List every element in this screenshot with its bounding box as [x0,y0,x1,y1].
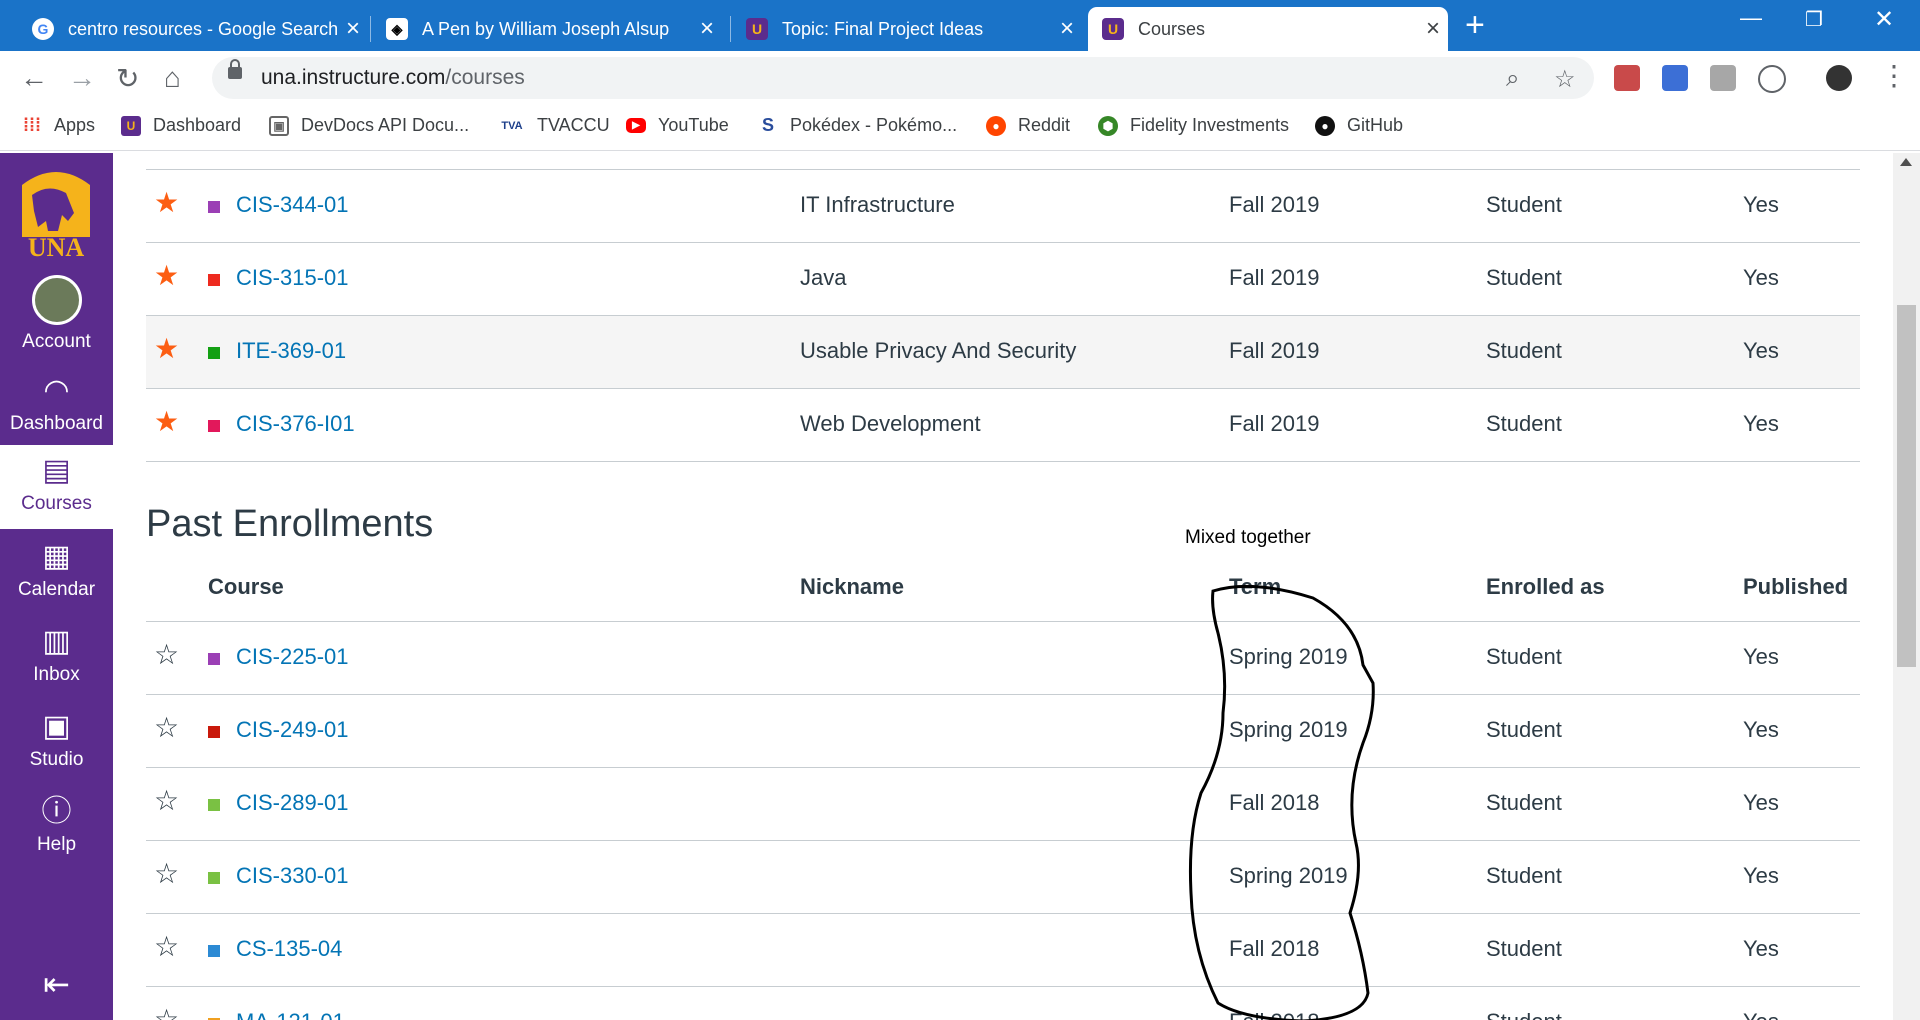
reload-icon[interactable]: ↻ [116,62,139,95]
collapse-nav-icon[interactable]: ⇤ [0,965,113,1003]
extension-icon[interactable] [1662,65,1688,91]
bookmarks-bar: ⁞⁞⁞ Apps U Dashboard ▣ DevDocs API Docu.… [0,105,1920,151]
nav-inbox[interactable]: ▥ Inbox [0,624,113,686]
bookmark-devdocs[interactable]: ▣ DevDocs API Docu... [269,115,469,136]
nav-label: Inbox [33,664,80,685]
browser-tab[interactable]: U Topic: Final Project Ideas × [732,7,1082,51]
courses-content: ★ CIS-344-01 IT Infrastructure Fall 2019… [113,153,1893,1020]
courses-icon: ▤ [42,454,71,487]
codepen-icon: ◈ [386,18,408,40]
bookmark-dashboard[interactable]: U Dashboard [121,115,241,136]
home-icon[interactable]: ⌂ [164,62,181,94]
tva-icon: TVA [501,119,523,132]
minimize-icon[interactable]: — [1740,5,1762,31]
studio-icon: ▣ [42,710,71,743]
restore-icon[interactable]: ❐ [1805,7,1823,32]
url-host: una.instructure.com [261,66,446,89]
canvas-una-icon: U [1102,18,1124,40]
bookmark-tvaccu[interactable]: TVA TVACCU [499,115,610,136]
github-icon: ● [1315,115,1335,136]
close-window-icon[interactable]: ✕ [1874,5,1894,34]
bookmark-label: YouTube [658,115,729,135]
address-bar[interactable]: una.instructure.com/courses ⌕ ☆ [212,57,1594,99]
nav-label: Account [22,331,91,352]
global-navigation: UNA Account ◠ Dashboard ▤ Courses ▦ Cale… [0,153,113,1020]
inbox-icon: ▥ [42,625,71,658]
page-scrollbar[interactable] [1893,153,1920,1020]
bookmark-star-icon[interactable]: ☆ [1554,65,1576,94]
bookmark-label: TVACCU [537,115,610,135]
forward-icon[interactable]: → [68,62,96,94]
browser-tab[interactable]: G centro resources - Google Search × [18,7,368,51]
address-url: una.instructure.com/courses [261,66,525,90]
back-icon[interactable]: ← [20,62,48,94]
new-tab-icon[interactable]: + [1465,6,1485,45]
bookmark-label: DevDocs API Docu... [301,115,470,135]
apps-grid-icon: ⁞⁞⁞ [23,115,41,135]
bookmark-label: GitHub [1347,115,1404,135]
browser-tab-strip: G centro resources - Google Search × ◈ A… [0,0,1920,51]
nav-help[interactable]: ⓘ Help [0,794,113,856]
tab-title: A Pen by William Joseph Alsup [422,18,670,39]
browser-tab-active[interactable]: U Courses × [1088,7,1448,51]
browser-tab[interactable]: ◈ A Pen by William Joseph Alsup × [372,7,722,51]
nav-label: Calendar [17,579,96,600]
fidelity-icon: ⬢ [1098,115,1118,136]
bookmark-youtube[interactable]: ▶ YouTube [626,115,729,136]
nav-label: Help [36,834,77,855]
scroll-up-arrow-icon[interactable] [1900,158,1912,166]
profile-avatar[interactable] [1826,65,1852,91]
close-tab-icon[interactable]: × [338,15,368,43]
bookmark-pokedex[interactable]: S Pokédex - Pokémo... [758,115,957,136]
pokemon-icon: S [761,115,774,135]
bookmark-github[interactable]: ● GitHub [1315,115,1403,136]
close-tab-icon[interactable]: × [1052,15,1082,43]
handwritten-circle-annotation [1188,584,1375,1020]
lock-icon [228,59,242,79]
bookmark-fidelity[interactable]: ⬢ Fidelity Investments [1098,115,1289,136]
bookmark-label: Pokédex - Pokémo... [790,115,958,135]
browser-toolbar: ← → ↻ ⌂ una.instructure.com/courses ⌕ ☆ … [0,51,1920,105]
calendar-icon: ▦ [42,540,71,573]
nav-dashboard[interactable]: ◠ Dashboard [0,373,113,435]
account-avatar [31,275,82,325]
bookmark-apps[interactable]: ⁞⁞⁞ Apps [22,115,95,136]
bookmark-label: Apps [54,115,96,135]
tab-divider [730,16,731,42]
zoom-icon[interactable]: ⌕ [1506,65,1519,93]
nav-label: Courses [21,493,92,514]
shield-extension-icon[interactable] [1758,65,1786,93]
youtube-icon: ▶ [626,118,646,133]
close-tab-icon[interactable]: × [692,15,722,43]
scrollbar-thumb[interactable] [1897,305,1916,667]
url-path: /courses [445,66,525,89]
reddit-icon: ● [986,115,1006,136]
nav-label: Dashboard [10,413,103,434]
extension-icon[interactable] [1710,65,1736,91]
canvas-una-icon: U [746,18,768,40]
help-icon: ⓘ [41,795,72,828]
bookmark-label: Reddit [1018,115,1071,135]
una-logo[interactable]: UNA [18,165,94,262]
acrobat-extension-icon[interactable] [1614,65,1640,91]
devdocs-icon: ▣ [269,115,289,136]
nav-label: Studio [29,749,84,770]
bookmark-reddit[interactable]: ● Reddit [986,115,1070,136]
tab-title: centro resources - Google Search [68,18,338,39]
bookmark-label: Dashboard [153,115,242,135]
nav-calendar[interactable]: ▦ Calendar [0,539,113,601]
logo-text: UNA [27,233,85,262]
dashboard-icon: ◠ [43,374,70,407]
tab-title: Topic: Final Project Ideas [782,18,984,39]
canvas-una-icon: U [121,115,141,136]
tab-divider [370,16,371,42]
bookmark-label: Fidelity Investments [1130,115,1290,135]
google-icon: G [32,18,54,40]
nav-account[interactable]: Account [0,275,113,353]
menu-kebab-icon[interactable]: ⋮ [1880,59,1908,92]
close-tab-icon[interactable]: × [1418,15,1448,43]
nav-courses[interactable]: ▤ Courses [0,445,113,529]
tab-title: Courses [1138,18,1206,39]
nav-studio[interactable]: ▣ Studio [0,709,113,771]
